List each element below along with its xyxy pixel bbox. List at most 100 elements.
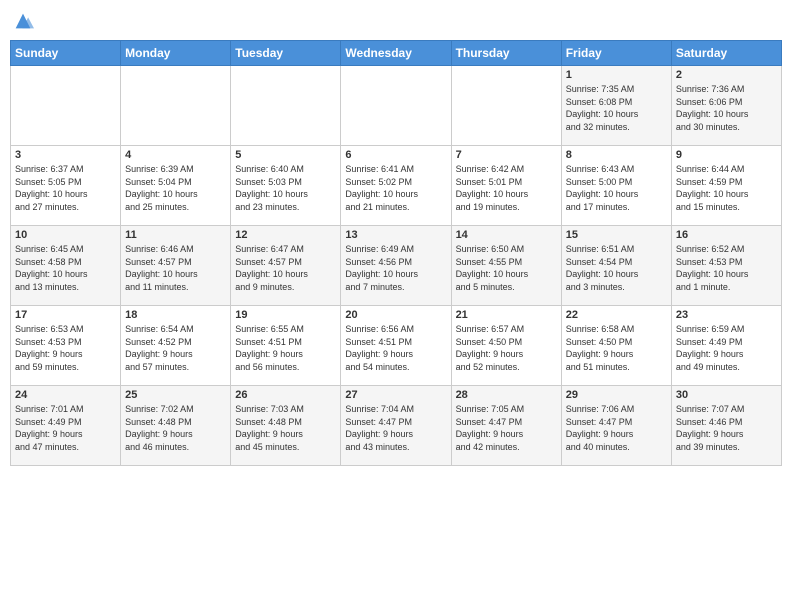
day-info: Sunrise: 6:42 AM Sunset: 5:01 PM Dayligh…: [456, 163, 557, 213]
calendar-cell: 10 Sunrise: 6:45 AM Sunset: 4:58 PM Dayli…: [11, 226, 121, 306]
day-number: 12: [235, 229, 336, 241]
day-number: 11: [125, 229, 226, 241]
calendar-cell: 22 Sunrise: 6:58 AM Sunset: 4:50 PM Dayli…: [561, 306, 671, 386]
day-number: 25: [125, 389, 226, 401]
calendar-cell: 29Sunrise: 7:06 AM Sunset: 4:47 PM Dayli…: [561, 386, 671, 466]
day-info: Sunrise: 7:03 AM Sunset: 4:48 PM Dayligh…: [235, 403, 336, 453]
day-number: 5: [235, 149, 336, 161]
day-info: Sunrise: 6:43 AM Sunset: 5:00 PM Dayligh…: [566, 163, 667, 213]
day-info: Sunrise: 6:49 AM Sunset: 4:56 PM Dayligh…: [345, 243, 446, 293]
day-info: Sunrise: 7:35 AM Sunset: 6:08 PM Dayligh…: [566, 83, 667, 133]
day-info: Sunrise: 6:54 AM Sunset: 4:52 PM Dayligh…: [125, 323, 226, 373]
calendar-cell: 15 Sunrise: 6:51 AM Sunset: 4:54 PM Dayli…: [561, 226, 671, 306]
calendar-cell: 1 Sunrise: 7:35 AM Sunset: 6:08 PM Daylig…: [561, 66, 671, 146]
day-number: 19: [235, 309, 336, 321]
day-info: Sunrise: 7:04 AM Sunset: 4:47 PM Dayligh…: [345, 403, 446, 453]
calendar-cell: 24 Sunrise: 7:01 AM Sunset: 4:49 PM Dayli…: [11, 386, 121, 466]
calendar-cell: 11 Sunrise: 6:46 AM Sunset: 4:57 PM Dayli…: [121, 226, 231, 306]
day-info: Sunrise: 6:45 AM Sunset: 4:58 PM Dayligh…: [15, 243, 116, 293]
day-info: Sunrise: 7:07 AM Sunset: 4:46 PM Dayligh…: [676, 403, 777, 453]
page-header: [10, 10, 782, 32]
calendar-cell: 7Sunrise: 6:42 AM Sunset: 5:01 PM Daylig…: [451, 146, 561, 226]
calendar-cell: 25 Sunrise: 7:02 AM Sunset: 4:48 PM Dayli…: [121, 386, 231, 466]
day-info: Sunrise: 6:57 AM Sunset: 4:50 PM Dayligh…: [456, 323, 557, 373]
calendar-cell: 8Sunrise: 6:43 AM Sunset: 5:00 PM Daylig…: [561, 146, 671, 226]
day-info: Sunrise: 6:44 AM Sunset: 4:59 PM Dayligh…: [676, 163, 777, 213]
day-header-saturday: Saturday: [671, 41, 781, 66]
calendar-week-row: 17Sunrise: 6:53 AM Sunset: 4:53 PM Dayli…: [11, 306, 782, 386]
calendar-cell: 4 Sunrise: 6:39 AM Sunset: 5:04 PM Daylig…: [121, 146, 231, 226]
calendar-cell: 2Sunrise: 7:36 AM Sunset: 6:06 PM Daylig…: [671, 66, 781, 146]
day-number: 23: [676, 309, 777, 321]
day-info: Sunrise: 6:52 AM Sunset: 4:53 PM Dayligh…: [676, 243, 777, 293]
day-info: Sunrise: 7:01 AM Sunset: 4:49 PM Dayligh…: [15, 403, 116, 453]
calendar-cell: 18 Sunrise: 6:54 AM Sunset: 4:52 PM Dayli…: [121, 306, 231, 386]
day-number: 30: [676, 389, 777, 401]
day-info: Sunrise: 6:41 AM Sunset: 5:02 PM Dayligh…: [345, 163, 446, 213]
day-header-thursday: Thursday: [451, 41, 561, 66]
calendar-week-row: 3Sunrise: 6:37 AM Sunset: 5:05 PM Daylig…: [11, 146, 782, 226]
day-number: 10: [15, 229, 116, 241]
day-number: 14: [456, 229, 557, 241]
calendar-cell: 13 Sunrise: 6:49 AM Sunset: 4:56 PM Dayli…: [341, 226, 451, 306]
day-info: Sunrise: 6:37 AM Sunset: 5:05 PM Dayligh…: [15, 163, 116, 213]
day-number: 16: [676, 229, 777, 241]
day-number: 15: [566, 229, 667, 241]
calendar-cell: 30 Sunrise: 7:07 AM Sunset: 4:46 PM Dayli…: [671, 386, 781, 466]
calendar-cell: 19 Sunrise: 6:55 AM Sunset: 4:51 PM Dayli…: [231, 306, 341, 386]
day-number: 13: [345, 229, 446, 241]
day-number: 2: [676, 69, 777, 81]
calendar-cell: 23Sunrise: 6:59 AM Sunset: 4:49 PM Dayli…: [671, 306, 781, 386]
day-header-tuesday: Tuesday: [231, 41, 341, 66]
calendar-cell: 6 Sunrise: 6:41 AM Sunset: 5:02 PM Daylig…: [341, 146, 451, 226]
day-number: 18: [125, 309, 226, 321]
day-info: Sunrise: 6:40 AM Sunset: 5:03 PM Dayligh…: [235, 163, 336, 213]
calendar-cell: 26 Sunrise: 7:03 AM Sunset: 4:48 PM Dayli…: [231, 386, 341, 466]
day-number: 6: [345, 149, 446, 161]
day-info: Sunrise: 7:02 AM Sunset: 4:48 PM Dayligh…: [125, 403, 226, 453]
day-info: Sunrise: 6:58 AM Sunset: 4:50 PM Dayligh…: [566, 323, 667, 373]
calendar-week-row: 10 Sunrise: 6:45 AM Sunset: 4:58 PM Dayli…: [11, 226, 782, 306]
day-header-wednesday: Wednesday: [341, 41, 451, 66]
calendar-cell: 9 Sunrise: 6:44 AM Sunset: 4:59 PM Daylig…: [671, 146, 781, 226]
day-info: Sunrise: 6:39 AM Sunset: 5:04 PM Dayligh…: [125, 163, 226, 213]
logo-icon: [12, 10, 34, 32]
day-header-friday: Friday: [561, 41, 671, 66]
calendar-week-row: 1 Sunrise: 7:35 AM Sunset: 6:08 PM Daylig…: [11, 66, 782, 146]
day-info: Sunrise: 6:55 AM Sunset: 4:51 PM Dayligh…: [235, 323, 336, 373]
day-header-monday: Monday: [121, 41, 231, 66]
day-info: Sunrise: 6:51 AM Sunset: 4:54 PM Dayligh…: [566, 243, 667, 293]
day-number: 27: [345, 389, 446, 401]
calendar-cell: 5 Sunrise: 6:40 AM Sunset: 5:03 PM Daylig…: [231, 146, 341, 226]
calendar-cell: [341, 66, 451, 146]
day-number: 24: [15, 389, 116, 401]
day-number: 20: [345, 309, 446, 321]
day-info: Sunrise: 7:06 AM Sunset: 4:47 PM Dayligh…: [566, 403, 667, 453]
calendar-table: SundayMondayTuesdayWednesdayThursdayFrid…: [10, 40, 782, 466]
calendar-cell: 14 Sunrise: 6:50 AM Sunset: 4:55 PM Dayli…: [451, 226, 561, 306]
calendar-cell: 3Sunrise: 6:37 AM Sunset: 5:05 PM Daylig…: [11, 146, 121, 226]
day-info: Sunrise: 6:46 AM Sunset: 4:57 PM Dayligh…: [125, 243, 226, 293]
calendar-cell: 12Sunrise: 6:47 AM Sunset: 4:57 PM Dayli…: [231, 226, 341, 306]
calendar-cell: 21Sunrise: 6:57 AM Sunset: 4:50 PM Dayli…: [451, 306, 561, 386]
calendar-cell: 28Sunrise: 7:05 AM Sunset: 4:47 PM Dayli…: [451, 386, 561, 466]
day-info: Sunrise: 6:50 AM Sunset: 4:55 PM Dayligh…: [456, 243, 557, 293]
day-number: 26: [235, 389, 336, 401]
calendar-cell: [231, 66, 341, 146]
day-info: Sunrise: 6:53 AM Sunset: 4:53 PM Dayligh…: [15, 323, 116, 373]
day-header-sunday: Sunday: [11, 41, 121, 66]
calendar-cell: 27 Sunrise: 7:04 AM Sunset: 4:47 PM Dayli…: [341, 386, 451, 466]
logo: [10, 10, 34, 32]
calendar-cell: [11, 66, 121, 146]
calendar-cell: 17Sunrise: 6:53 AM Sunset: 4:53 PM Dayli…: [11, 306, 121, 386]
calendar-cell: [451, 66, 561, 146]
calendar-header-row: SundayMondayTuesdayWednesdayThursdayFrid…: [11, 41, 782, 66]
day-number: 22: [566, 309, 667, 321]
day-number: 4: [125, 149, 226, 161]
day-info: Sunrise: 7:05 AM Sunset: 4:47 PM Dayligh…: [456, 403, 557, 453]
calendar-week-row: 24 Sunrise: 7:01 AM Sunset: 4:49 PM Dayli…: [11, 386, 782, 466]
day-number: 9: [676, 149, 777, 161]
day-info: Sunrise: 6:56 AM Sunset: 4:51 PM Dayligh…: [345, 323, 446, 373]
calendar-cell: [121, 66, 231, 146]
day-number: 1: [566, 69, 667, 81]
